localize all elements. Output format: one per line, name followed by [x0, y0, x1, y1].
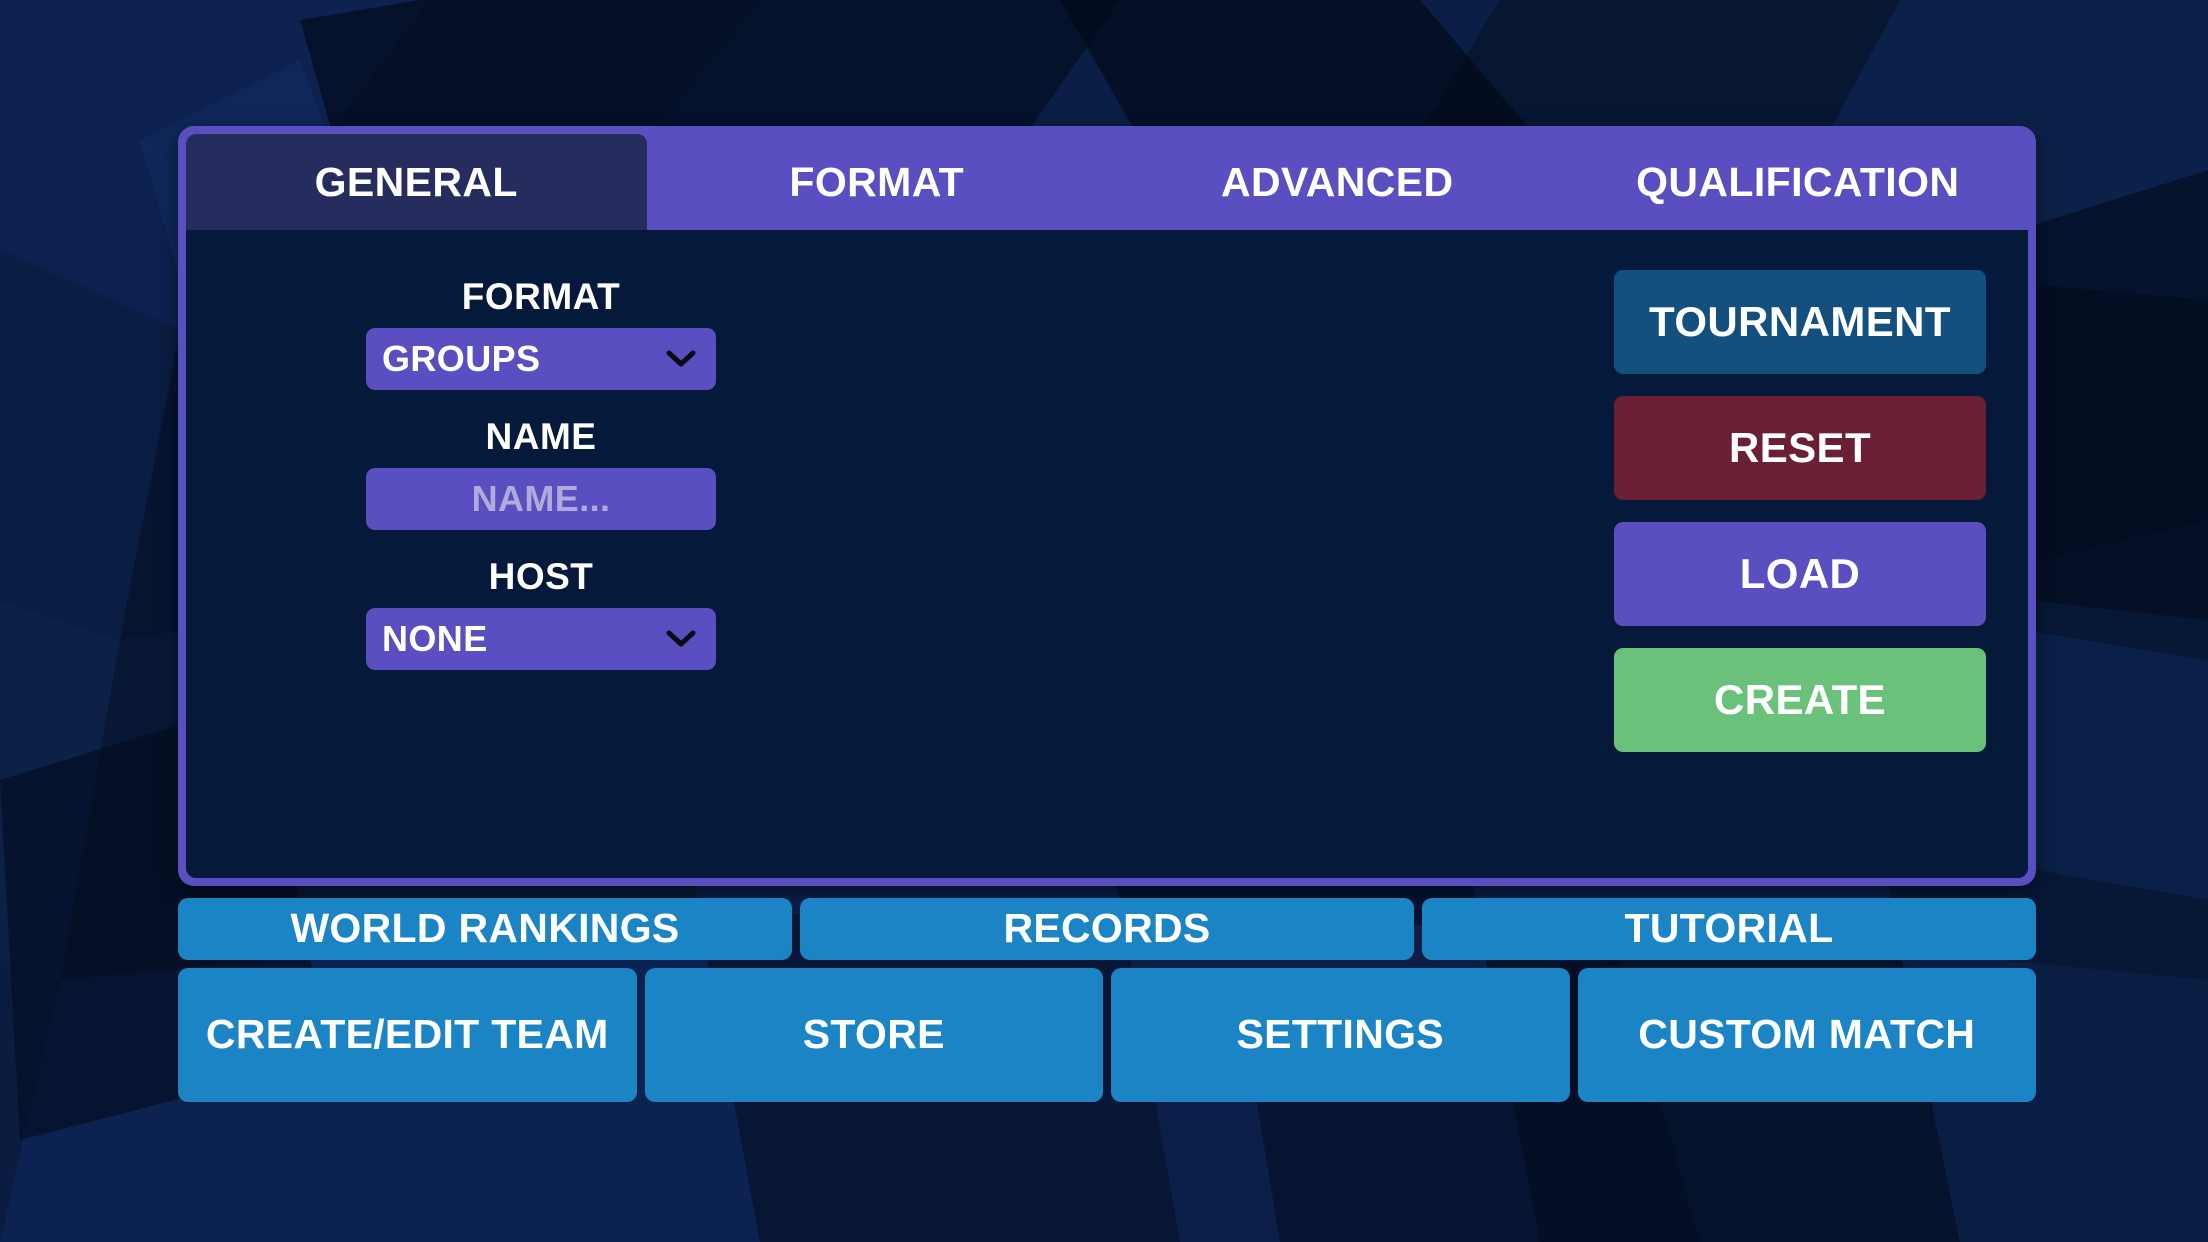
store-label: STORE	[802, 1011, 945, 1058]
reset-button-label: RESET	[1728, 424, 1872, 471]
create-button-label: CREATE	[1714, 676, 1886, 723]
create-button[interactable]: CREATE	[1614, 648, 1986, 752]
app-root: GENERAL FORMAT ADVANCED QUALIFICATION FO…	[0, 0, 2208, 1242]
store-button[interactable]: STORE	[644, 968, 1103, 1102]
tab-advanced[interactable]: ADVANCED	[1107, 134, 1568, 230]
name-label: NAME	[485, 416, 597, 457]
bottom-nav-row-1: WORLD RANKINGS RECORDS TUTORIAL	[178, 898, 2036, 960]
tutorial-label: TUTORIAL	[1624, 905, 1834, 952]
host-dropdown-value: NONE	[382, 618, 488, 659]
world-rankings-button[interactable]: WORLD RANKINGS	[178, 898, 792, 960]
tab-bar: GENERAL FORMAT ADVANCED QUALIFICATION	[186, 134, 2028, 230]
name-input[interactable]: NAME...	[366, 468, 716, 530]
bottom-navigation: WORLD RANKINGS RECORDS TUTORIAL CREATE/E…	[178, 898, 2036, 1102]
create-edit-team-label: CREATE/EDIT TEAM	[205, 1011, 609, 1058]
tournament-panel: GENERAL FORMAT ADVANCED QUALIFICATION FO…	[178, 126, 2036, 886]
format-dropdown[interactable]: GROUPS	[366, 328, 716, 390]
custom-match-button[interactable]: CUSTOM MATCH	[1577, 968, 2036, 1102]
records-button[interactable]: RECORDS	[800, 898, 1414, 960]
tab-qualification[interactable]: QUALIFICATION	[1567, 134, 2028, 230]
host-label: HOST	[488, 556, 594, 597]
bottom-nav-row-2: CREATE/EDIT TEAM STORE SETTINGS CUSTOM M…	[178, 968, 2036, 1102]
tournament-button-label: TOURNAMENT	[1649, 298, 1951, 345]
settings-label: SETTINGS	[1236, 1011, 1444, 1058]
name-input-placeholder: NAME...	[471, 478, 611, 519]
tab-advanced-label: ADVANCED	[1220, 158, 1454, 205]
load-button[interactable]: LOAD	[1614, 522, 1986, 626]
load-button-label: LOAD	[1739, 550, 1861, 597]
tab-general[interactable]: GENERAL	[186, 134, 647, 230]
custom-match-label: CUSTOM MATCH	[1638, 1011, 1976, 1058]
tutorial-button[interactable]: TUTORIAL	[1422, 898, 2036, 960]
format-label: FORMAT	[461, 276, 621, 317]
action-buttons: TOURNAMENT RESET LOAD CREATE	[1614, 270, 1986, 752]
format-dropdown-value: GROUPS	[382, 338, 541, 379]
reset-button[interactable]: RESET	[1614, 396, 1986, 500]
tab-general-label: GENERAL	[314, 158, 518, 205]
tab-qualification-label: QUALIFICATION	[1636, 158, 1960, 205]
chevron-down-icon	[666, 350, 696, 368]
tab-format-label: FORMAT	[789, 158, 965, 205]
world-rankings-label: WORLD RANKINGS	[290, 905, 680, 952]
panel-body: FORMAT GROUPS NAME NAME... HOST NONE TOU…	[186, 230, 2028, 878]
settings-button[interactable]: SETTINGS	[1111, 968, 1570, 1102]
general-form: FORMAT GROUPS NAME NAME... HOST NONE	[326, 276, 756, 696]
tournament-button[interactable]: TOURNAMENT	[1614, 270, 1986, 374]
host-dropdown[interactable]: NONE	[366, 608, 716, 670]
chevron-down-icon	[666, 630, 696, 648]
create-edit-team-button[interactable]: CREATE/EDIT TEAM	[178, 968, 637, 1102]
tab-format[interactable]: FORMAT	[646, 134, 1107, 230]
records-label: RECORDS	[1003, 905, 1211, 952]
